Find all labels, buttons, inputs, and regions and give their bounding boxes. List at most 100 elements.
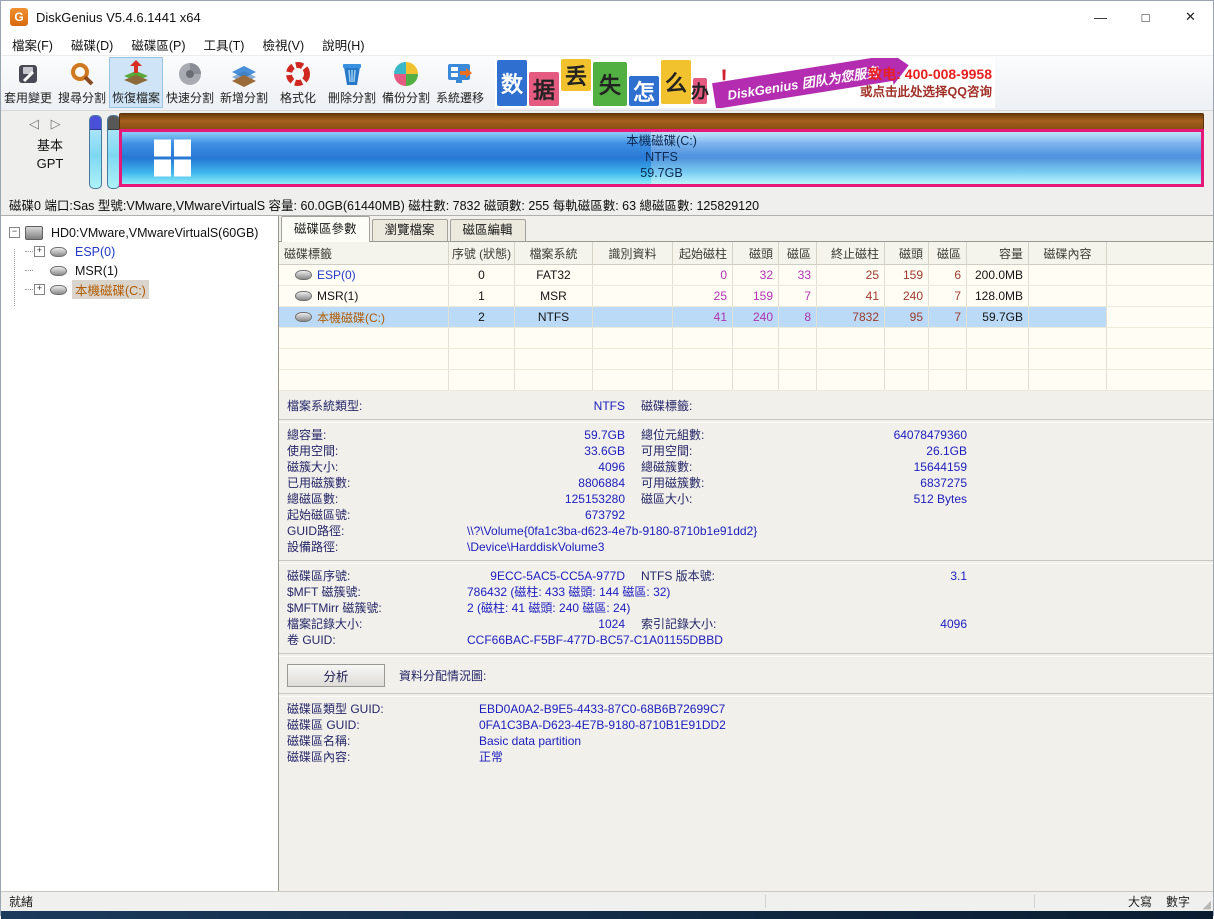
partition-c-caption: 本機磁碟(C:) NTFS 59.7GB	[122, 133, 1201, 181]
ad-tile: 办	[693, 78, 707, 104]
delete-partition-icon	[337, 59, 367, 89]
empty-cell	[779, 349, 817, 369]
detail-row: 磁碟區 GUID:0FA1C3BA-D623-4E7B-9180-8710B1E…	[279, 718, 1213, 733]
partition-table-header: 磁碟標籤序號 (狀態)檔案系統識別資料起始磁柱磁頭磁區終止磁柱磁頭磁區容量磁碟內…	[279, 242, 1213, 265]
column-header[interactable]: 磁區	[929, 242, 967, 264]
empty-cell	[733, 370, 779, 390]
column-header[interactable]: 磁碟標籤	[279, 242, 449, 264]
prev-disk-icon[interactable]: ◁	[29, 116, 43, 131]
empty-cell	[967, 328, 1029, 348]
tree-node-partition[interactable]: MSR(1)	[1, 261, 278, 280]
empty-cell	[929, 349, 967, 369]
ad-phone: 致电: 400-008-9958	[860, 65, 992, 83]
empty-cell	[515, 349, 593, 369]
column-header[interactable]: 序號 (狀態)	[449, 242, 515, 264]
section-divider	[279, 419, 1213, 423]
partition-c-block[interactable]: 本機磁碟(C:) NTFS 59.7GB	[119, 129, 1204, 187]
cell-start-head: 240	[733, 307, 779, 327]
partition-row[interactable]: MSR(1) 1 MSR 25 159 7 41 240 7 128.0MB	[279, 286, 1213, 307]
window-controls: — □ ✕	[1078, 1, 1213, 33]
column-header[interactable]: 終止磁柱	[817, 242, 885, 264]
expand-icon[interactable]: +	[34, 284, 45, 295]
cell-end-head: 95	[885, 307, 929, 327]
menu-item[interactable]: 說明(H)	[313, 33, 373, 56]
resize-grip[interactable]: ◢	[1197, 892, 1213, 911]
column-header[interactable]: 檔案系統	[515, 242, 593, 264]
ad-slogan-tiles: 数据丢失怎么办!	[497, 58, 741, 106]
detail-row: $MFT 磁簇號:786432 (磁柱: 433 磁頭: 144 磁區: 32)	[279, 585, 1213, 600]
tree-node-partition[interactable]: + ESP(0)	[1, 242, 278, 261]
detail-row: 使用空間:33.6GB 可用空間:26.1GB	[279, 444, 1213, 459]
detail-row: $MFTMirr 磁簇號:2 (磁柱: 41 磁頭: 240 磁區: 24)	[279, 601, 1213, 616]
maximize-button[interactable]: □	[1123, 1, 1168, 33]
recover-files-button[interactable]: 恢復檔案	[109, 57, 163, 108]
quick-partition-button[interactable]: 快速分割	[163, 57, 217, 108]
ad-banner[interactable]: 数据丢失怎么办! DiskGenius 团队为您服务 致电: 400-008-9…	[495, 58, 995, 108]
tree-node-partition[interactable]: + 本機磁碟(C:)	[1, 280, 278, 299]
cell-ident	[593, 286, 673, 306]
backup-partition-button[interactable]: 備份分割	[379, 57, 433, 108]
detail-row: 磁碟區序號:9ECC-5AC5-CC5A-977D NTFS 版本號:3.1	[279, 569, 1213, 584]
ad-tile: 失	[593, 62, 627, 106]
column-header[interactable]: 磁頭	[733, 242, 779, 264]
partition-row[interactable]: 本機磁碟(C:) 2 NTFS 41 240 8 7832 95 7 59.7G…	[279, 307, 1213, 328]
empty-cell	[1029, 328, 1107, 348]
cell-capacity: 128.0MB	[967, 286, 1029, 306]
menu-item[interactable]: 工具(T)	[195, 33, 254, 56]
delete-partition-button[interactable]: 刪除分割	[325, 57, 379, 108]
tree-node-hd0[interactable]: − HD0:VMware,VMwareVirtualS(60GB)	[1, 223, 278, 242]
detail-guid-section: 磁碟區類型 GUID:EBD0A0A2-B9E5-4433-87C0-68B6B…	[279, 702, 1213, 765]
expand-icon[interactable]: +	[34, 246, 45, 257]
menu-item[interactable]: 磁碟區(P)	[122, 33, 194, 56]
menu-item[interactable]: 檔案(F)	[3, 33, 62, 56]
system-migrate-button[interactable]: 系統遷移	[433, 57, 487, 108]
cell-end-cylinder: 7832	[817, 307, 885, 327]
cell-capacity: 200.0MB	[967, 265, 1029, 285]
column-header[interactable]: 容量	[967, 242, 1029, 264]
apply-changes-icon	[13, 59, 43, 89]
empty-cell	[1029, 349, 1107, 369]
ad-tile: 据	[529, 72, 559, 106]
column-header[interactable]: 磁碟內容	[1029, 242, 1107, 264]
ad-tile: 数	[497, 60, 527, 106]
empty-cell	[673, 349, 733, 369]
cell-label: MSR(1)	[279, 286, 449, 306]
menu-item[interactable]: 檢視(V)	[253, 33, 313, 56]
next-disk-icon[interactable]: ▷	[51, 116, 65, 131]
analyze-button[interactable]: 分析	[287, 664, 385, 687]
tab[interactable]: 瀏覽檔案	[372, 219, 448, 241]
ad-qq-link[interactable]: 或点击此处选择QQ咨询	[860, 83, 992, 101]
cell-start-head: 32	[733, 265, 779, 285]
close-button[interactable]: ✕	[1168, 1, 1213, 33]
disk-bar: 本機磁碟(C:) NTFS 59.7GB	[119, 113, 1204, 189]
status-capslock: 大寫	[1121, 893, 1159, 910]
tab[interactable]: 磁區編輯	[450, 219, 526, 241]
detail-row: 卷 GUID:CCF66BAC-F5BF-477D-BC57-C1A01155D…	[279, 633, 1213, 648]
cell-filesystem: NTFS	[515, 307, 593, 327]
cell-end-cylinder: 25	[817, 265, 885, 285]
column-header[interactable]: 磁區	[779, 242, 817, 264]
apply-changes-button[interactable]: 套用變更	[1, 57, 55, 108]
menu-item[interactable]: 磁碟(D)	[62, 33, 122, 56]
tree-connector	[14, 249, 15, 306]
column-header[interactable]: 起始磁柱	[673, 242, 733, 264]
table-empty-row	[279, 328, 1213, 349]
collapse-icon[interactable]: −	[9, 227, 20, 238]
cell-end-sector: 6	[929, 265, 967, 285]
minimize-button[interactable]: —	[1078, 1, 1123, 33]
empty-cell	[929, 328, 967, 348]
mini-partition-bar[interactable]	[89, 115, 102, 189]
new-partition-button[interactable]: 新增分割	[217, 57, 271, 108]
search-partition-button[interactable]: 搜尋分割	[55, 57, 109, 108]
column-header[interactable]: 識別資料	[593, 242, 673, 264]
detail-row: 磁碟區名稱:Basic data partition	[279, 734, 1213, 749]
detail-row: 已用磁簇數:8806884 可用磁簇數:6837275	[279, 476, 1213, 491]
format-button[interactable]: 格式化	[271, 57, 325, 108]
partition-row[interactable]: ESP(0) 0 FAT32 0 32 33 25 159 6 200.0MB	[279, 265, 1213, 286]
tab[interactable]: 磁碟區參數	[281, 216, 370, 242]
cell-ident	[593, 307, 673, 327]
empty-cell	[967, 370, 1029, 390]
cell-end-sector: 7	[929, 307, 967, 327]
column-header[interactable]: 磁頭	[885, 242, 929, 264]
empty-cell	[673, 328, 733, 348]
